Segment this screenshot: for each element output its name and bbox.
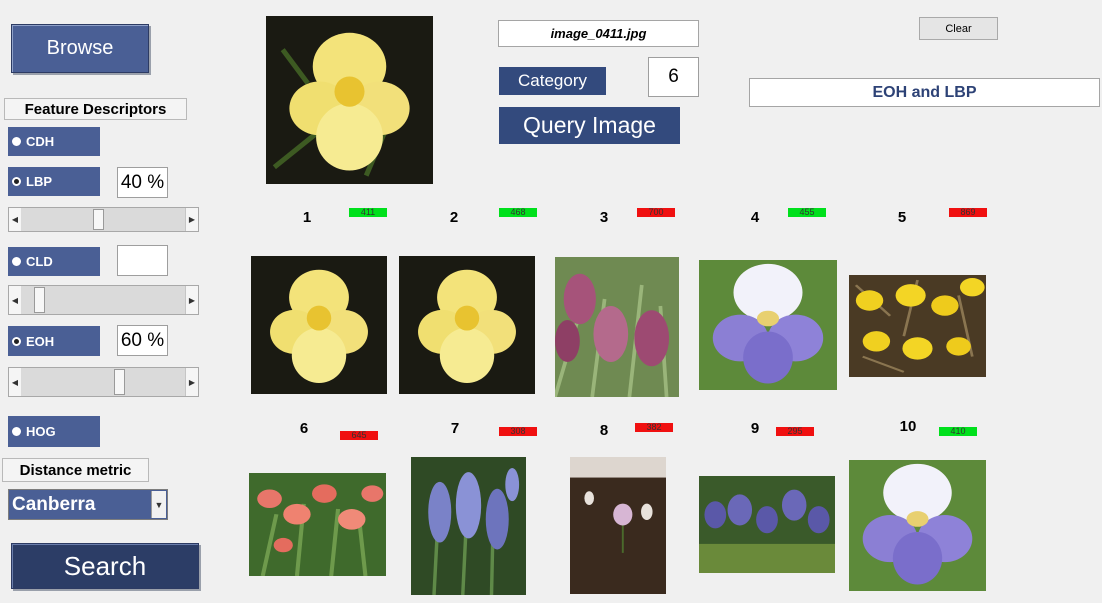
result-id-badge: 295 [776, 427, 814, 436]
radio-cld-label: CLD [26, 254, 53, 269]
feature-descriptors-label: Feature Descriptors [4, 98, 187, 120]
result-rank: 6 [299, 420, 309, 437]
result-rank: 9 [750, 420, 760, 437]
radio-hog-label: HOG [26, 424, 56, 439]
radio-eoh-label: EOH [26, 333, 55, 349]
radio-cdh-label: CDH [26, 134, 55, 149]
browse-button[interactable]: Browse [11, 24, 149, 73]
radio-hog[interactable]: HOG [8, 416, 100, 447]
result-rank: 1 [302, 209, 312, 226]
slider-right-arrow-icon[interactable]: ▶ [185, 368, 198, 396]
slider-thumb[interactable] [34, 287, 45, 313]
slider-right-arrow-icon[interactable]: ▶ [185, 286, 198, 314]
result-image[interactable] [699, 260, 837, 390]
radio-eoh[interactable]: EOH [8, 326, 100, 356]
eoh-weight-slider[interactable]: ◀ ▶ [8, 367, 199, 397]
result-image[interactable] [699, 476, 835, 573]
radio-indicator-icon [12, 427, 21, 436]
radio-selected-icon [12, 336, 21, 346]
query-image-button[interactable]: Query Image [499, 107, 680, 144]
radio-lbp[interactable]: LBP [8, 167, 100, 196]
clear-button[interactable]: Clear [919, 17, 998, 40]
radio-indicator-icon [12, 137, 21, 146]
result-id-badge: 411 [349, 208, 387, 217]
eoh-weight-field[interactable]: 60 % [117, 325, 168, 356]
cld-weight-field[interactable] [117, 245, 168, 276]
result-image[interactable] [555, 257, 679, 397]
category-value[interactable]: 6 [648, 57, 699, 97]
result-id-badge: 468 [499, 208, 537, 217]
distance-metric-select[interactable]: Canberra ▼ [8, 489, 168, 520]
result-rank: 8 [599, 422, 609, 439]
method-label: EOH and LBP [749, 78, 1100, 107]
result-image[interactable] [251, 256, 387, 394]
result-id-badge: 410 [939, 427, 977, 436]
filename-field: image_0411.jpg [498, 20, 699, 47]
search-button[interactable]: Search [11, 543, 199, 589]
result-id-badge: 700 [637, 208, 675, 217]
result-rank: 3 [599, 209, 609, 226]
slider-thumb[interactable] [114, 369, 125, 395]
result-image[interactable] [399, 256, 535, 394]
lbp-weight-slider[interactable]: ◀ ▶ [8, 207, 199, 232]
result-image[interactable] [849, 460, 986, 591]
distance-metric-value: Canberra [12, 493, 96, 515]
slider-thumb[interactable] [93, 209, 104, 230]
radio-cld[interactable]: CLD [8, 247, 100, 276]
query-image [266, 16, 433, 184]
result-rank: 10 [899, 418, 917, 435]
result-image[interactable] [849, 275, 986, 377]
result-id-badge: 645 [340, 431, 378, 440]
result-id-badge: 382 [635, 423, 673, 432]
radio-indicator-icon [12, 257, 21, 266]
lbp-weight-field[interactable]: 40 % [117, 167, 168, 198]
result-rank: 7 [450, 420, 460, 437]
radio-cdh[interactable]: CDH [8, 127, 100, 156]
cld-weight-slider[interactable]: ◀ ▶ [8, 285, 199, 315]
radio-lbp-label: LBP [26, 174, 52, 189]
result-id-badge: 455 [788, 208, 826, 217]
category-label: Category [499, 67, 606, 95]
result-image[interactable] [411, 457, 526, 595]
result-id-badge: 869 [949, 208, 987, 217]
result-rank: 2 [449, 209, 459, 226]
result-id-badge: 308 [499, 427, 537, 436]
chevron-down-icon[interactable]: ▼ [151, 491, 166, 518]
slider-right-arrow-icon[interactable]: ▶ [185, 208, 198, 231]
result-image[interactable] [570, 457, 666, 594]
result-rank: 4 [750, 209, 760, 226]
result-image[interactable] [249, 473, 386, 576]
result-rank: 5 [897, 209, 907, 226]
radio-selected-icon [12, 177, 21, 186]
distance-metric-label: Distance metric [2, 458, 149, 482]
